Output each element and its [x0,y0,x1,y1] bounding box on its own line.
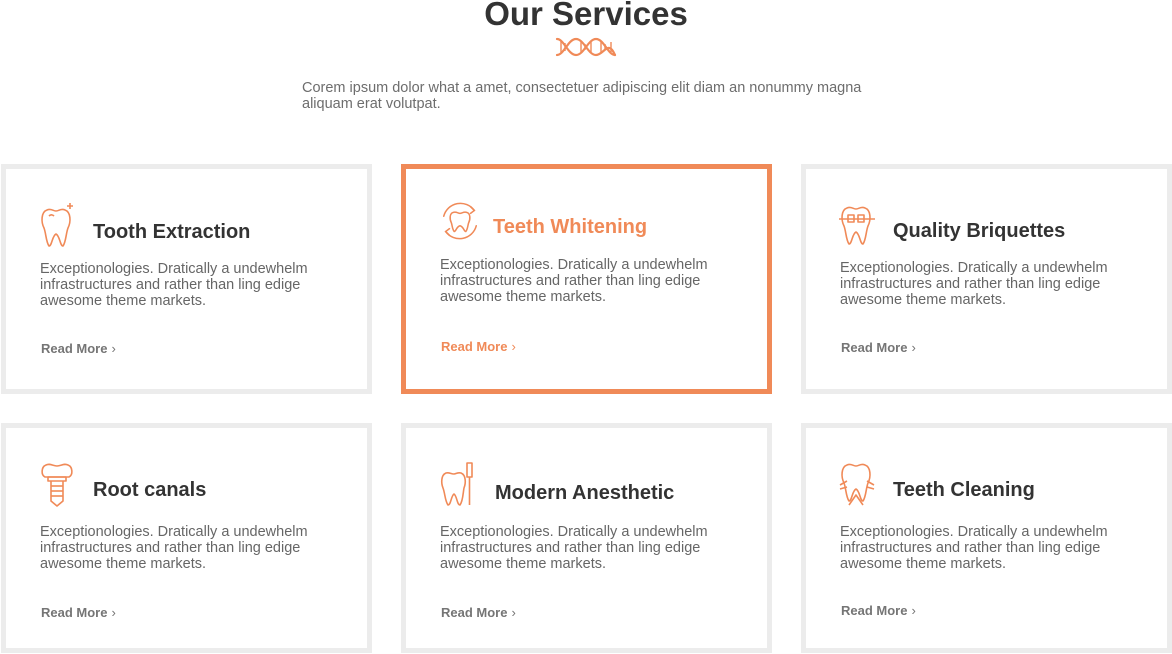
chevron-right-icon: › [111,605,116,617]
service-description: Exceptionologies. Dratically a undewhelm… [440,257,708,305]
read-more-link[interactable]: Read More › [441,605,516,617]
tooth-toothbrush-icon [440,462,473,506]
chevron-right-icon: › [911,603,916,615]
section-title: Our Services [484,0,688,32]
read-more-label: Read More [41,605,108,617]
read-more-label: Read More [441,605,508,617]
service-card-modern-anesthetic[interactable]: Modern Anesthetic Exceptionologies. Drat… [401,423,772,653]
service-description: Exceptionologies. Dratically a undewhelm… [840,260,1108,308]
service-title: Teeth Whitening [493,216,648,238]
service-title: Teeth Cleaning [893,479,1035,501]
service-title: Modern Anesthetic [495,482,675,504]
chevron-right-icon: › [911,340,916,352]
service-description: Exceptionologies. Dratically a undewhelm… [40,524,308,572]
dental-implant-icon [41,463,73,507]
read-more-label: Read More [841,603,908,615]
service-card-quality-briquettes[interactable]: Quality Briquettes Exceptionologies. Dra… [801,164,1172,394]
read-more-link[interactable]: Read More › [441,339,516,351]
tooth-sparkle-icon [41,203,73,247]
service-card-teeth-cleaning[interactable]: Teeth Cleaning Exceptionologies. Dratica… [801,423,1172,653]
read-more-link[interactable]: Read More › [41,341,116,353]
tooth-cleaning-icon [839,463,875,506]
read-more-link[interactable]: Read More › [41,605,116,617]
tooth-whitening-icon [442,202,478,240]
read-more-label: Read More [41,341,108,353]
service-title: Quality Briquettes [893,220,1066,242]
tooth-braces-icon [839,206,875,245]
read-more-link[interactable]: Read More › [841,603,916,615]
service-title: Tooth Extraction [93,221,251,243]
dna-icon [555,37,617,57]
chevron-right-icon: › [111,341,116,353]
chevron-right-icon: › [511,605,516,617]
service-card-tooth-extraction[interactable]: Tooth Extraction Exceptionologies. Drati… [1,164,372,394]
read-more-link[interactable]: Read More › [841,340,916,352]
service-description: Exceptionologies. Dratically a undewhelm… [440,524,708,572]
service-description: Exceptionologies. Dratically a undewhelm… [40,261,308,309]
read-more-label: Read More [441,339,508,351]
service-card-teeth-whitening[interactable]: Teeth Whitening Exceptionologies. Dratic… [401,164,772,394]
section-intro: Corem ipsum dolor what a amet, consectet… [302,80,862,112]
service-title: Root canals [93,479,207,501]
chevron-right-icon: › [511,339,516,351]
service-description: Exceptionologies. Dratically a undewhelm… [840,524,1108,572]
service-card-root-canals[interactable]: Root canals Exceptionologies. Dratically… [1,423,372,653]
read-more-label: Read More [841,340,908,352]
